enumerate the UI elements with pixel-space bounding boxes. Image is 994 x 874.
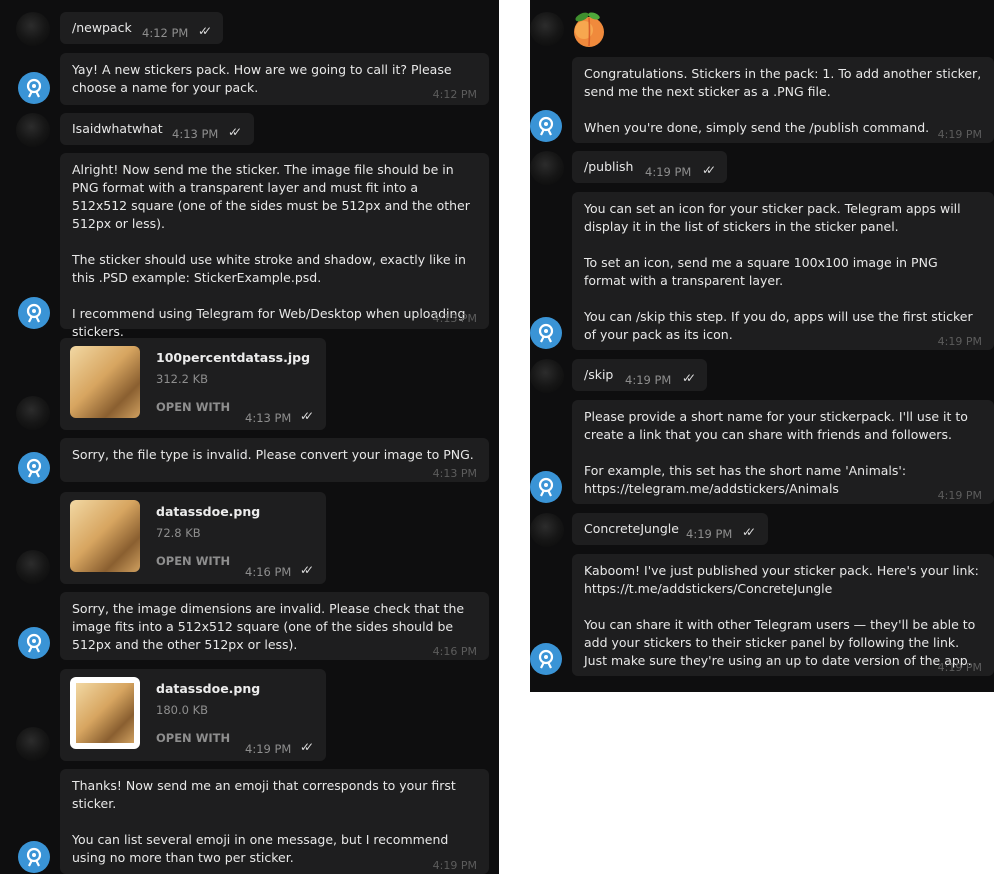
stickers-bot-icon — [538, 323, 554, 343]
double-check-icon: ✓✓ — [300, 563, 314, 577]
message-time: 4:19 PM — [645, 165, 692, 179]
open-with-button[interactable]: OPEN WITH — [156, 400, 230, 414]
incoming-message[interactable]: Sorry, the image dimensions are invalid.… — [60, 592, 489, 660]
stickers-bot-icon — [26, 458, 42, 478]
message-time: 4:13 PM — [432, 312, 477, 325]
message-text: Thanks! Now send me an emoji that corres… — [72, 778, 456, 865]
message-text: Kaboom! I've just published your sticker… — [584, 563, 979, 668]
file-message[interactable]: datassdoe.png 72.8 KB OPEN WITH 4:16 PM … — [60, 492, 326, 584]
file-name[interactable]: 100percentdatass.jpg — [156, 350, 310, 365]
stickers-bot-icon — [538, 477, 554, 497]
open-with-button[interactable]: OPEN WITH — [156, 554, 230, 568]
message-time: 4:13 PM — [245, 411, 292, 425]
file-message[interactable]: datassdoe.png 180.0 KB OPEN WITH 4:19 PM… — [60, 669, 326, 761]
incoming-message[interactable]: Yay! A new stickers pack. How are we goi… — [60, 53, 489, 105]
double-check-icon: ✓✓ — [300, 740, 314, 754]
message-time: 4:13 PM — [172, 127, 219, 141]
message-time: 4:19 PM — [686, 527, 733, 541]
message-time: 4:19 PM — [937, 335, 982, 348]
bot-avatar[interactable] — [18, 452, 50, 484]
user-avatar[interactable] — [16, 113, 50, 147]
message-time: 4:19 PM — [432, 859, 477, 872]
bot-avatar[interactable] — [530, 110, 562, 142]
message-text: You can set an icon for your sticker pac… — [584, 201, 973, 342]
double-check-icon: ✓✓ — [702, 163, 716, 177]
incoming-message[interactable]: Thanks! Now send me an emoji that corres… — [60, 769, 489, 874]
message-time: 4:12 PM — [432, 88, 477, 101]
message-time: 4:19 PM — [937, 489, 982, 502]
double-check-icon: ✓✓ — [228, 125, 242, 139]
file-size: 312.2 KB — [156, 372, 209, 386]
user-avatar[interactable] — [530, 12, 564, 46]
stickers-bot-icon — [26, 303, 42, 323]
peach-emoji-icon[interactable] — [570, 10, 608, 48]
open-with-button[interactable]: OPEN WITH — [156, 731, 230, 745]
outgoing-message[interactable]: ConcreteJungle 4:19 PM ✓✓ — [572, 513, 768, 545]
outgoing-message[interactable]: /publish 4:19 PM ✓✓ — [572, 151, 727, 183]
stickers-bot-icon — [26, 847, 42, 867]
bot-avatar[interactable] — [18, 72, 50, 104]
message-time: 4:19 PM — [937, 661, 982, 674]
file-size: 180.0 KB — [156, 703, 209, 717]
file-size: 72.8 KB — [156, 526, 201, 540]
outgoing-message[interactable]: Isaidwhatwhat 4:13 PM ✓✓ — [60, 113, 254, 145]
user-avatar[interactable] — [530, 513, 564, 547]
message-text: Isaidwhatwhat — [72, 121, 163, 136]
bot-avatar[interactable] — [18, 297, 50, 329]
bot-avatar[interactable] — [530, 317, 562, 349]
message-text: Sorry, the file type is invalid. Please … — [72, 447, 474, 462]
incoming-message[interactable]: Kaboom! I've just published your sticker… — [572, 554, 994, 676]
file-name[interactable]: datassdoe.png — [156, 504, 260, 519]
message-time: 4:19 PM — [625, 373, 672, 387]
outgoing-message[interactable]: /newpack 4:12 PM ✓✓ — [60, 12, 223, 44]
message-text: Yay! A new stickers pack. How are we goi… — [72, 62, 452, 95]
user-avatar[interactable] — [16, 12, 50, 46]
message-time: 4:13 PM — [432, 467, 477, 480]
file-message[interactable]: 100percentdatass.jpg 312.2 KB OPEN WITH … — [60, 338, 326, 430]
file-thumbnail[interactable] — [70, 500, 140, 572]
message-time: 4:16 PM — [245, 565, 292, 579]
user-avatar[interactable] — [530, 151, 564, 185]
stickers-bot-icon — [538, 649, 554, 669]
message-text: Please provide a short name for your sti… — [584, 409, 968, 496]
outgoing-message[interactable]: /skip 4:19 PM ✓✓ — [572, 359, 707, 391]
stickers-bot-icon — [26, 633, 42, 653]
message-time: 4:19 PM — [245, 742, 292, 756]
message-text: /newpack — [72, 20, 132, 35]
file-thumbnail[interactable] — [70, 677, 140, 749]
message-text: /skip — [584, 367, 614, 382]
chat-panel-left: /newpack 4:12 PM ✓✓ Yay! A new stickers … — [0, 0, 499, 874]
double-check-icon: ✓✓ — [742, 525, 756, 539]
message-text: Alright! Now send me the sticker. The im… — [72, 162, 470, 339]
incoming-message[interactable]: You can set an icon for your sticker pac… — [572, 192, 994, 350]
double-check-icon: ✓✓ — [300, 409, 314, 423]
message-time: 4:12 PM — [142, 26, 189, 40]
file-name[interactable]: datassdoe.png — [156, 681, 260, 696]
double-check-icon: ✓✓ — [198, 24, 212, 38]
incoming-message[interactable]: Congratulations. Stickers in the pack: 1… — [572, 57, 994, 143]
user-avatar[interactable] — [16, 396, 50, 430]
message-text: ConcreteJungle — [584, 521, 679, 536]
user-avatar[interactable] — [16, 727, 50, 761]
bot-avatar[interactable] — [18, 841, 50, 873]
user-avatar[interactable] — [530, 359, 564, 393]
bot-avatar[interactable] — [18, 627, 50, 659]
incoming-message[interactable]: Please provide a short name for your sti… — [572, 400, 994, 504]
message-time: 4:16 PM — [432, 645, 477, 658]
message-time: 4:19 PM — [937, 128, 982, 141]
stickers-bot-icon — [26, 78, 42, 98]
incoming-message[interactable]: Alright! Now send me the sticker. The im… — [60, 153, 489, 339]
message-text: Congratulations. Stickers in the pack: 1… — [584, 66, 982, 135]
file-thumbnail[interactable] — [70, 346, 140, 418]
message-text: Sorry, the image dimensions are invalid.… — [72, 601, 465, 652]
incoming-message[interactable]: Sorry, the file type is invalid. Please … — [60, 438, 489, 482]
message-text: /publish — [584, 159, 634, 174]
double-check-icon: ✓✓ — [682, 371, 696, 385]
bot-avatar[interactable] — [530, 643, 562, 675]
stickers-bot-icon — [538, 116, 554, 136]
user-avatar[interactable] — [16, 550, 50, 584]
bot-avatar[interactable] — [530, 471, 562, 503]
chat-panel-right: Congratulations. Stickers in the pack: 1… — [530, 0, 994, 692]
